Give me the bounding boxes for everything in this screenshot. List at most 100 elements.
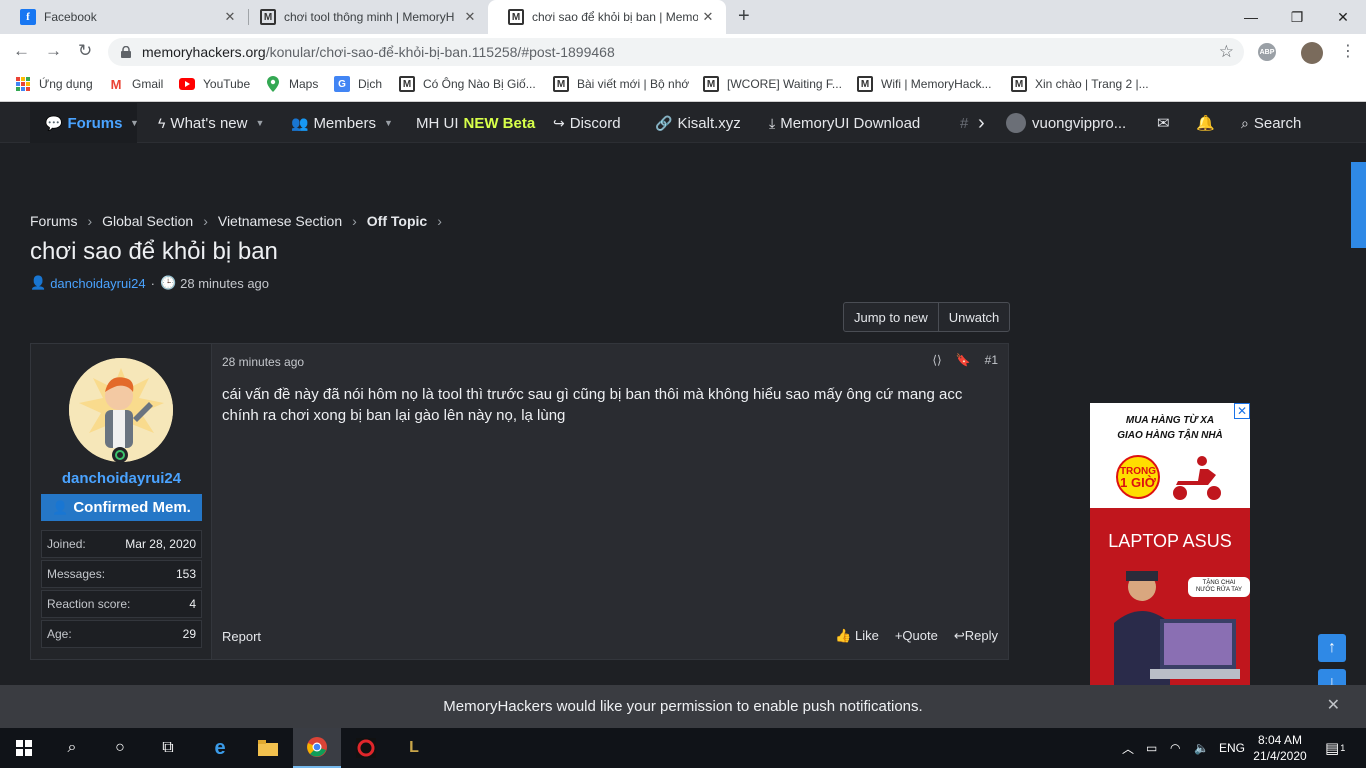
nav-forums-dropdown[interactable]: ▼ [126,103,139,143]
garena-icon[interactable] [342,728,390,768]
nav-scroll-right-icon[interactable]: › [978,103,985,143]
memoryhackers-icon: M [1011,76,1027,92]
apps-grid-icon [15,76,31,92]
thread-author-link[interactable]: danchoidayrui24 [50,276,145,291]
close-tab-icon[interactable]: ✕ [220,9,240,25]
search-icon[interactable]: ⌕ [48,728,96,768]
stat-row: Joined: Mar 28, 2020 [41,530,202,558]
users-icon: 👥 [291,114,309,131]
bookmark-maps[interactable]: Maps [265,76,318,92]
browser-tab-active[interactable]: M chơi sao để khỏi bị ban | Memory ✕ [488,0,726,34]
jump-to-new-button[interactable]: Jump to new [844,303,938,331]
bookmark-youtube[interactable]: YouTube [179,76,250,92]
breadcrumb-global-section[interactable]: Global Section [102,213,193,229]
nav-mh-ui[interactable]: MH UI NEW Beta [416,103,535,143]
delivery-scooter-icon [1173,456,1221,500]
breadcrumb-forums[interactable]: Forums [30,213,77,229]
chevron-right-icon: › [87,213,93,229]
close-tab-icon[interactable]: ✕ [698,9,718,25]
nav-kisalt[interactable]: 🔗 Kisalt.xyz [655,103,741,143]
nav-whats-new[interactable]: ϟ What's new ▼ [158,103,264,143]
chrome-icon[interactable] [293,728,341,768]
close-icon[interactable]: ✕ [1327,695,1340,715]
bell-icon[interactable]: 🔔 [1196,103,1215,143]
post-number[interactable]: #1 [985,353,998,367]
bookmark-item[interactable]: M Xin chào | Trang 2 |... [1011,76,1149,92]
bookmark-item[interactable]: M [WCORE] Waiting F... [703,76,842,92]
action-center-icon[interactable]: ▤ 1 [1325,728,1345,768]
browser-menu-icon[interactable]: ⋮ [1340,41,1356,61]
memoryhackers-icon: M [857,76,873,92]
link-icon: 🔗 [655,114,673,131]
reply-button[interactable]: ↩Reply [954,628,998,644]
post-user-panel: danchoidayrui24 👤 Confirmed Mem. Joined:… [31,344,212,659]
nav-account[interactable]: vuongvippro... [1006,103,1126,143]
user-icon: 👤 [30,275,47,290]
report-link[interactable]: Report [222,629,261,644]
new-tab-button[interactable]: + [738,5,750,28]
notification-count: 1 [1340,743,1346,753]
ad-title: LAPTOP ASUS [1108,531,1232,551]
task-view-icon[interactable]: ⧉ [144,728,192,768]
back-arrow-icon[interactable]: ← [13,41,30,61]
league-of-legends-icon[interactable]: L [390,728,438,768]
maximize-button[interactable]: ❐ [1274,0,1320,34]
memoryhackers-icon: M [260,9,276,25]
post: danchoidayrui24 👤 Confirmed Mem. Joined:… [30,343,1009,660]
quote-button[interactable]: +Quote [895,628,938,644]
bookmark-star-icon[interactable]: ☆ [1219,42,1234,62]
like-button[interactable]: 👍 Like [835,628,879,644]
bookmark-gmail[interactable]: M Gmail [108,76,164,92]
forward-arrow-icon[interactable]: → [45,41,62,61]
wifi-icon[interactable]: ◠ [1170,728,1180,768]
scrollbar-thumb[interactable] [1351,162,1366,248]
bookmark-item[interactable]: M Bài viết mới | Bộ nhớ [553,76,689,92]
close-window-button[interactable]: ✕ [1320,0,1366,34]
scroll-to-top-button[interactable]: ↑ [1318,634,1346,662]
bookmark-icon[interactable]: 🔖 [956,353,971,367]
post-timestamp[interactable]: 28 minutes ago [222,355,304,369]
bookmark-translate[interactable]: G Dịch [334,76,382,92]
inbox-icon[interactable]: ✉ [1157,103,1170,143]
bookmark-apps[interactable]: Ứng dụng [15,76,93,92]
browser-tab-tool[interactable]: M chơi tool thông minh | MemoryH ✕ [240,0,488,34]
nav-search[interactable]: ⌕ Search [1241,103,1301,143]
reload-icon[interactable]: ↻ [78,41,92,61]
cortana-icon[interactable]: ○ [96,728,144,768]
bookmark-item[interactable]: M Có Ông Nào Bị Giố... [399,76,536,92]
language-indicator[interactable]: ENG [1219,728,1245,768]
ad-close-icon[interactable]: ✕ [1234,403,1250,419]
nav-discord[interactable]: ↪ Discord [553,103,621,143]
edge-icon[interactable]: e [196,728,244,768]
browser-tab-facebook[interactable]: f Facebook ✕ [0,0,248,34]
show-hidden-icons[interactable]: ︿ [1122,728,1134,768]
nav-memoryui-download[interactable]: ⤓ MemoryUI Download [769,103,920,143]
adblock-plus-icon[interactable]: ABP [1258,43,1276,61]
windows-start-icon[interactable] [0,728,48,768]
nav-forums[interactable]: 💬 Forums [30,103,138,143]
post-username[interactable]: danchoidayrui24 [31,470,212,487]
system-clock[interactable]: 8:04 AM 21/4/2020 [1250,732,1310,764]
file-explorer-icon[interactable] [244,728,292,768]
bookmark-item[interactable]: M Wifi | MemoryHack... [857,76,991,92]
share-icon[interactable]: ⟨⟩ [932,353,941,367]
memoryhackers-icon: M [399,76,415,92]
volume-icon[interactable]: 🔈 [1194,728,1209,768]
unwatch-button[interactable]: Unwatch [937,303,1010,331]
battery-icon[interactable]: ▭ [1146,728,1157,768]
ad-header: MUA HÀNG TỪ XA GIAO HÀNG TẬN NHÀ TRONG 1… [1090,403,1250,508]
breadcrumb-vietnamese-section[interactable]: Vietnamese Section [218,213,342,229]
breadcrumb-off-topic[interactable]: Off Topic [367,213,427,229]
user-icon: 👤 [52,499,69,515]
profile-avatar[interactable] [1301,42,1323,64]
minimize-button[interactable]: — [1228,0,1274,34]
advertisement[interactable]: MUA HÀNG TỪ XA GIAO HÀNG TẬN NHÀ TRONG 1… [1090,403,1250,685]
thread-age[interactable]: 28 minutes ago [180,276,269,291]
breadcrumb: Forums › Global Section › Vietnamese Secti… [30,213,446,229]
stat-row: Reaction score: 4 [41,590,202,618]
address-bar[interactable]: memoryhackers.org/konular/chơi-sao-để-kh… [108,38,1244,66]
nav-members[interactable]: 👥 Members ▼ [291,103,393,143]
download-icon: ⤓ [769,114,776,131]
facebook-icon: f [20,9,36,25]
close-tab-icon[interactable]: ✕ [460,9,480,25]
